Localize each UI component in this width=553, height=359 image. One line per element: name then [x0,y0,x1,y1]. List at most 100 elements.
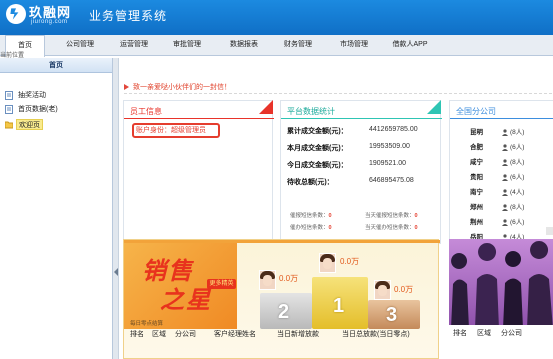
stat-month-deals: 本月成交金额(元)： 19953509.00 [287,143,410,152]
branch-city: 南宁 [470,189,483,196]
nav-tab-operations[interactable]: 运营管理 [112,35,156,56]
nav-tab-approval[interactable]: 审批管理 [165,35,209,56]
sales-star-title-2: 之星 [160,287,212,314]
staff-card: 员工信息 账户身份：超级管理员 [123,100,274,244]
branch-count: (6人) [510,144,525,151]
identity-value: 超级管理员 [171,127,206,134]
branch-count: (6人) [510,174,525,181]
col-region: 区域 [152,331,166,338]
branch-city: 贵阳 [470,174,483,181]
nav-tab-company[interactable]: 公司管理 [58,35,102,56]
nav-tab-market[interactable]: 市场管理 [332,35,376,56]
branch-row[interactable]: 合肥 (6人) [470,142,553,154]
sales-star-panel: 销售 之星 更多精英 每日零点结算 [124,243,237,329]
notice-bar[interactable]: 致一亲爱哒小伙伴们的一封信！ [124,82,552,94]
branch-row[interactable]: 荆州 (6人) [470,217,553,229]
col-total-loans-today: 当日总放款(当日零点) [342,331,410,338]
branch-row[interactable]: 昆明 (8人) [470,127,553,139]
branch-count: (4人) [510,189,525,196]
podium-first: 1 [312,277,368,329]
person-icon [502,204,508,211]
identity-box: 账户身份：超级管理员 [132,123,220,138]
person-icon [502,189,508,196]
team-silhouette-image [451,241,553,329]
col-rank: 排名 [453,330,467,337]
sidebar-item-home-data-old[interactable]: 首页数据(老) [16,104,60,115]
sidebar-item-lottery[interactable]: 抽奖活动 [16,90,48,101]
person-icon [502,219,508,226]
main-nav: 首页 公司管理 运营管理 审批管理 数据报表 财务管理 市场管理 借款人APP [0,35,553,57]
main-content: 致一亲爱哒小伙伴们的一封信！ 员工信息 账户身份：超级管理员 平台数据统计 累计… [120,58,553,359]
branches-card-title: 全国分公司 [456,107,496,116]
avatar-second [259,270,276,290]
sidebar: 首页 抽奖活动 首页数据(老) 欢迎页 [0,58,113,359]
stat-today-deals: 今日成交金额(元)： 1909521.00 [287,160,406,169]
person-icon [502,129,508,136]
branches-card: 全国分公司 昆明 (8人) 合肥 (6人) 咸宁 (8人) 贵阳 (6人) 南宁 (4人) 郑州 (8… [449,100,553,244]
col-manager-name: 客户经理姓名 [214,331,256,338]
more-elite-badge[interactable]: 更多精英 [207,279,236,289]
jiurong-logo-icon [6,4,26,24]
branch-row[interactable]: 贵阳 (6人) [470,172,553,184]
col-branch: 分公司 [501,330,522,337]
notice-text[interactable]: 致一亲爱哒小伙伴们的一封信！ [133,82,231,92]
branch-count: (8人) [510,159,525,166]
identity-label: 账户身份： [136,127,171,134]
system-title: 业务管理系统 [89,9,168,23]
collapse-arrow-icon[interactable] [114,268,118,276]
amount-second: 0.0万 [279,274,299,283]
sms-remind-today-count: 当天催报短信条数：0 [365,213,418,219]
app-root: 玖融网 jiurong.com 业务管理系统 首页 公司管理 运营管理 审批管理… [0,0,553,359]
col-branch: 分公司 [175,331,196,338]
person-icon [502,144,508,151]
sidebar-title: 首页 [0,58,112,73]
triangle-arrow-icon [124,84,129,90]
avatar-third [374,280,391,300]
col-new-loans-today: 当日新增放款 [277,331,319,338]
sms-remind-count: 催报短信条数：0 [290,213,332,219]
branch-city: 郑州 [470,204,483,211]
branch-row[interactable]: 南宁 (4人) [470,187,553,199]
sms-urge-today-count: 当天催办短信条数：0 [365,225,418,231]
branch-row[interactable]: 咸宁 (8人) [470,157,553,169]
sms-urge-count: 催办短信条数：0 [290,225,332,231]
branch-city: 咸宁 [470,159,483,166]
branch-row[interactable]: 郑州 (8人) [470,202,553,214]
branch-city: 合肥 [470,144,483,151]
nav-tab-finance[interactable]: 财务管理 [276,35,320,56]
branch-count: (8人) [510,204,525,211]
podium-second: 2 [260,293,312,329]
branch-city: 昆明 [470,129,483,136]
top-header: 玖融网 jiurong.com 业务管理系统 [0,0,553,35]
sidebar-splitter[interactable] [113,58,119,359]
stat-total-deals: 累计成交金额(元)： 4412659785.00 [287,126,418,135]
podium-third: 3 [368,300,420,329]
person-icon [502,159,508,166]
card-corner-teal [413,100,441,114]
sidebar-item-welcome[interactable]: 欢迎页 [16,119,43,130]
branch-count: (8人) [510,129,525,136]
scrollbar-thumb[interactable] [546,227,553,235]
card-divider [124,118,274,119]
daily-settle-note: 每日零点结算 [130,321,164,327]
platform-stats-card: 平台数据统计 累计成交金额(元)： 4412659785.00 本月成交金额(元)… [280,100,442,244]
avatar-first [319,253,336,273]
logo-subtitle: jiurong.com [31,19,68,25]
staff-card-title: 员工信息 [130,107,162,116]
page-icon [5,105,13,114]
branch-count: (6人) [510,219,525,226]
stat-receivable-total: 待收总额(元)： 646895475.08 [287,177,414,186]
nav-tab-reports[interactable]: 数据报表 [221,35,267,56]
page-icon [5,91,13,100]
col-region: 区域 [477,330,491,337]
card-corner-red [245,100,273,114]
platform-card-title: 平台数据统计 [287,107,335,116]
nav-tab-borrower-app[interactable]: 借款人APP [384,35,436,56]
branch-city: 荆州 [470,219,483,226]
sales-star-banner: 销售 之星 更多精英 每日零点结算 2 1 3 0.0万 0.0万 0.0万 排… [123,239,440,359]
person-icon [502,174,508,181]
team-photo-panel: 排名 区域 分公司 [449,239,553,359]
folder-icon [5,121,13,129]
col-rank: 排名 [130,331,144,338]
card-divider [281,118,442,119]
